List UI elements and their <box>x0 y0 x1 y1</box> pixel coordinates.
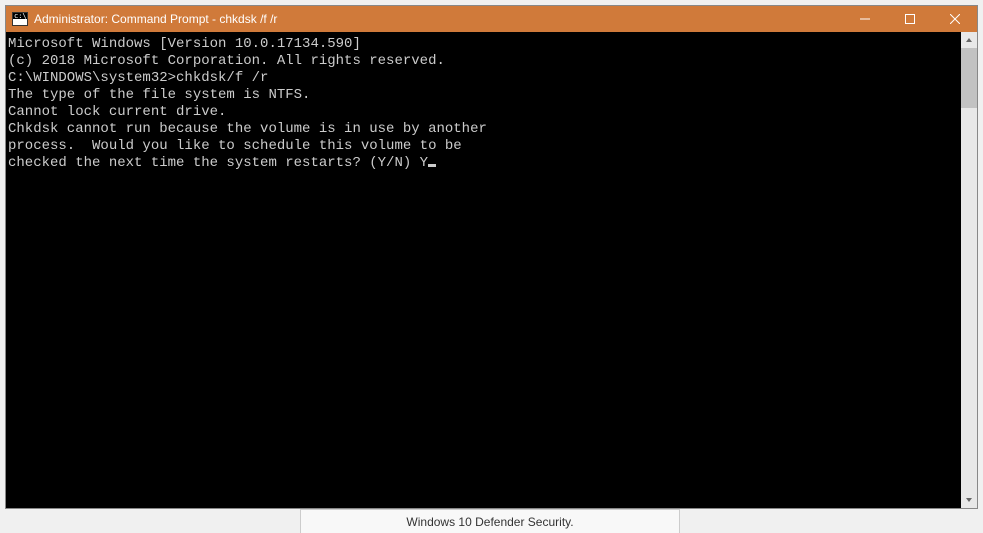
terminal-output[interactable]: Microsoft Windows [Version 10.0.17134.59… <box>6 32 961 508</box>
scrollbar[interactable] <box>961 32 977 508</box>
cursor <box>428 164 436 167</box>
cmd-icon: c:\ <box>12 12 28 26</box>
terminal-line: Cannot lock current drive. <box>8 104 961 121</box>
terminal-line: C:\WINDOWS\system32>chkdsk/f /r <box>8 70 961 87</box>
terminal-line: checked the next time the system restart… <box>8 155 961 172</box>
terminal-line: Microsoft Windows [Version 10.0.17134.59… <box>8 36 961 53</box>
maximize-button[interactable] <box>887 6 932 32</box>
taskbar-item[interactable]: Windows 10 Defender Security. <box>300 509 680 533</box>
terminal-line: (c) 2018 Microsoft Corporation. All righ… <box>8 53 961 70</box>
scroll-up-button[interactable] <box>961 32 977 48</box>
minimize-button[interactable] <box>842 6 887 32</box>
terminal-line: process. Would you like to schedule this… <box>8 138 961 155</box>
terminal-line: Chkdsk cannot run because the volume is … <box>8 121 961 138</box>
terminal-area: Microsoft Windows [Version 10.0.17134.59… <box>6 32 977 508</box>
scroll-thumb[interactable] <box>961 48 977 108</box>
terminal-line: The type of the file system is NTFS. <box>8 87 961 104</box>
titlebar[interactable]: c:\ Administrator: Command Prompt - chkd… <box>6 6 977 32</box>
taskbar-label: Windows 10 Defender Security. <box>406 515 573 529</box>
close-button[interactable] <box>932 6 977 32</box>
scroll-down-button[interactable] <box>961 492 977 508</box>
command-prompt-window: c:\ Administrator: Command Prompt - chkd… <box>5 5 978 509</box>
window-title: Administrator: Command Prompt - chkdsk /… <box>34 12 842 26</box>
window-controls <box>842 6 977 32</box>
